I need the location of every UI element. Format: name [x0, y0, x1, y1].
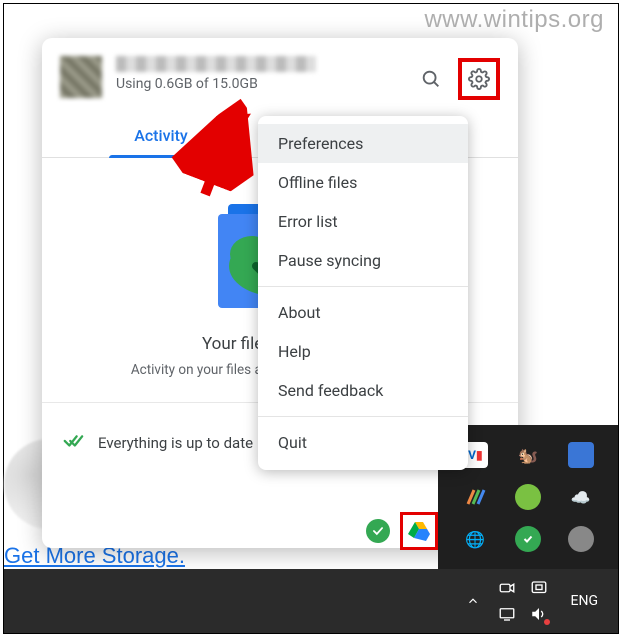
tray-app-icon[interactable] — [515, 526, 541, 552]
windows-taskbar: ENG — [4, 569, 618, 633]
tray-app-icon[interactable]: 🐿️ — [515, 442, 541, 468]
camera-icon[interactable] — [497, 578, 517, 598]
menu-item-about[interactable]: About — [258, 293, 468, 332]
network-icon[interactable] — [497, 604, 517, 624]
avatar[interactable] — [60, 56, 102, 98]
tray-app-icon[interactable] — [462, 484, 488, 510]
account-name-redacted — [116, 56, 316, 72]
panel-header: Using 0.6GB of 15.0GB — [42, 38, 518, 108]
menu-item-help[interactable]: Help — [258, 332, 468, 371]
tray-app-icon[interactable] — [515, 484, 541, 510]
tray-app-icon[interactable]: ☁️ — [568, 484, 594, 510]
menu-item-offline-files[interactable]: Offline files — [258, 163, 468, 202]
google-drive-tray-icon[interactable] — [400, 512, 438, 550]
language-indicator[interactable]: ENG — [571, 593, 598, 609]
status-check-icon — [62, 429, 84, 456]
storage-usage: Using 0.6GB of 15.0GB — [116, 76, 400, 92]
volume-icon[interactable] — [529, 604, 549, 624]
menu-separator — [258, 286, 468, 287]
settings-highlight-box — [458, 58, 500, 100]
settings-menu: Preferences Offline files Error list Pau… — [258, 116, 468, 470]
menu-item-pause-syncing[interactable]: Pause syncing — [258, 241, 468, 280]
search-icon[interactable] — [414, 62, 448, 96]
menu-item-error-list[interactable]: Error list — [258, 202, 468, 241]
menu-separator — [258, 416, 468, 417]
account-block: Using 0.6GB of 15.0GB — [116, 56, 400, 92]
cast-icon[interactable] — [529, 578, 549, 598]
chevron-up-icon[interactable] — [463, 591, 483, 611]
menu-item-send-feedback[interactable]: Send feedback — [258, 371, 468, 410]
menu-item-quit[interactable]: Quit — [258, 423, 468, 462]
tray-app-icon[interactable]: 🌐 — [462, 526, 488, 552]
watermark-text: www.wintips.org — [424, 6, 604, 34]
tray-overflow-row — [366, 511, 438, 551]
menu-item-preferences[interactable]: Preferences — [258, 124, 468, 163]
tray-app-icon[interactable] — [568, 526, 594, 552]
tray-status-icon[interactable] — [366, 519, 390, 543]
tray-app-icon[interactable] — [568, 442, 594, 468]
status-text: Everything is up to date — [98, 434, 253, 452]
gear-icon[interactable] — [462, 62, 496, 96]
